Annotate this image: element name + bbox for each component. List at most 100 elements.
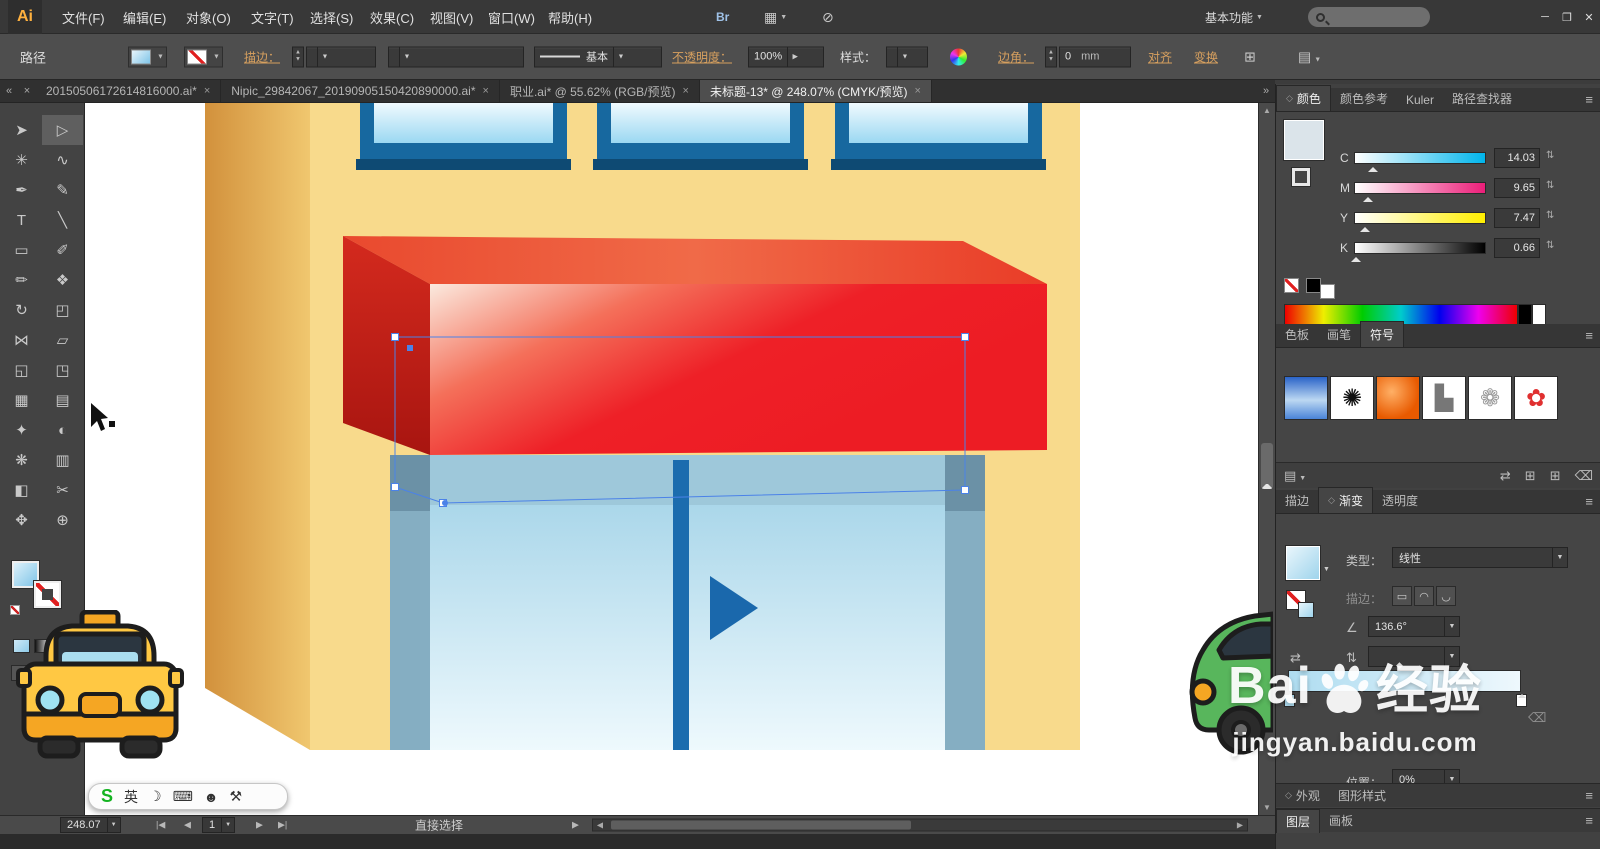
window-2[interactable] bbox=[593, 103, 808, 170]
gradient-midpoint-icon[interactable]: ◆ bbox=[1396, 660, 1403, 671]
tool-width[interactable]: ⋈ bbox=[1, 325, 42, 355]
none-color-swatch[interactable] bbox=[1284, 278, 1299, 293]
menu-edit[interactable]: 编辑(E) bbox=[113, 0, 176, 34]
panel-menu-icon[interactable]: ≡ bbox=[1585, 328, 1593, 343]
tool-type[interactable]: T bbox=[1, 205, 42, 235]
tab-transparency[interactable]: 透明度 bbox=[1373, 488, 1427, 513]
window-3[interactable] bbox=[831, 103, 1046, 170]
scroll-left-icon[interactable]: ◀ bbox=[593, 821, 607, 830]
tool-artboard[interactable]: ◧ bbox=[1, 475, 42, 505]
magenta-slider[interactable] bbox=[1354, 182, 1486, 202]
tool-paintbrush[interactable]: ✐ bbox=[42, 235, 83, 265]
workspace-switcher[interactable]: 基本功能 ▼ bbox=[1205, 0, 1263, 34]
tab-scroll-left-button[interactable]: « bbox=[0, 80, 18, 102]
gradient-ramp[interactable] bbox=[1288, 670, 1521, 692]
delete-stop-icon[interactable]: ⌫ bbox=[1528, 710, 1546, 726]
gradient-stop-right[interactable] bbox=[1516, 694, 1527, 707]
stroke-profile-select[interactable]: ▼ bbox=[388, 46, 524, 67]
tab-kuler[interactable]: Kuler bbox=[1397, 89, 1443, 111]
corner-radius-field[interactable]: 0 mm bbox=[1059, 46, 1131, 67]
stroke-weight-field[interactable]: ▼ bbox=[306, 46, 376, 67]
tool-mesh[interactable]: ▦ bbox=[1, 385, 42, 415]
control-panel-menu-icon[interactable]: ▤ ▼ bbox=[1298, 48, 1321, 65]
horizontal-scrollbar[interactable]: ◀ ▶ bbox=[592, 818, 1248, 832]
black-slider-thumb[interactable] bbox=[1350, 252, 1361, 262]
tab-artboards[interactable]: 画板 bbox=[1320, 809, 1362, 832]
tab-stroke[interactable]: 描边 bbox=[1276, 488, 1318, 513]
gradient-preview-swatch[interactable] bbox=[1285, 545, 1321, 581]
tool-direct-selection[interactable]: ▷ bbox=[42, 115, 83, 145]
yellow-slider-thumb[interactable] bbox=[1359, 222, 1370, 232]
align-panel-link[interactable]: 对齐 bbox=[1148, 48, 1172, 65]
panel-menu-icon[interactable]: ≡ bbox=[1585, 813, 1593, 828]
stroke-weight-stepper[interactable]: ▲ ▼ bbox=[292, 46, 304, 67]
tab-color-guide[interactable]: 颜色参考 bbox=[1331, 86, 1397, 111]
tool-shaper[interactable]: ❖ bbox=[42, 265, 83, 295]
symbol-ink-splat[interactable]: ✺ bbox=[1330, 376, 1374, 420]
stroke-gradient-across-button[interactable]: ◡ bbox=[1436, 586, 1456, 606]
black-slider[interactable] bbox=[1350, 242, 1486, 262]
panel-menu-icon[interactable]: ≡ bbox=[1585, 92, 1593, 107]
tool-line-segment[interactable]: ╲ bbox=[42, 205, 83, 235]
selection-handle[interactable] bbox=[961, 486, 969, 494]
tool-free-transform[interactable]: ▱ bbox=[42, 325, 83, 355]
awning[interactable] bbox=[343, 236, 1047, 455]
scroll-down-icon[interactable]: ▼ bbox=[1259, 800, 1275, 815]
ime-moon-icon[interactable]: ☽ bbox=[149, 788, 162, 805]
sogou-logo[interactable]: S bbox=[101, 786, 113, 807]
close-button[interactable]: ✕ bbox=[1578, 0, 1600, 34]
ime-toolbox-icon[interactable]: ⚒ bbox=[230, 788, 243, 805]
ime-keyboard-icon[interactable]: ⌨ bbox=[173, 788, 193, 805]
black-value-field[interactable]: 0.66 bbox=[1494, 238, 1540, 258]
next-artboard-button[interactable]: ▶ bbox=[252, 820, 267, 831]
break-link-icon[interactable]: ⊞ bbox=[1525, 468, 1536, 484]
menu-file[interactable]: 文件(F) bbox=[52, 0, 115, 34]
stroke-panel-link[interactable]: 描边： bbox=[244, 48, 280, 65]
search-input[interactable] bbox=[1331, 11, 1422, 23]
symbol-orange-sphere[interactable] bbox=[1376, 376, 1420, 420]
status-popup-icon[interactable]: ▶ bbox=[568, 820, 583, 831]
menu-help[interactable]: 帮助(H) bbox=[538, 0, 602, 34]
search-box[interactable] bbox=[1308, 7, 1430, 27]
arrange-documents-icon[interactable]: ▦ ▼ bbox=[758, 0, 793, 34]
tool-selection[interactable]: ➤ bbox=[1, 115, 42, 145]
magenta-value-field[interactable]: 9.65 bbox=[1494, 178, 1540, 198]
tool-gradient[interactable]: ▤ bbox=[42, 385, 83, 415]
panel-menu-icon[interactable]: ≡ bbox=[1585, 494, 1593, 509]
tool-hand[interactable]: ✥ bbox=[1, 505, 42, 535]
ime-profile-icon[interactable]: ☻ bbox=[204, 789, 219, 805]
yellow-slider[interactable] bbox=[1354, 212, 1486, 232]
menu-type[interactable]: 文字(T) bbox=[241, 0, 304, 34]
yellow-value-field[interactable]: 7.47 bbox=[1494, 208, 1540, 228]
stroke-gradient-within-button[interactable]: ▭ bbox=[1392, 586, 1412, 606]
tool-perspective-grid[interactable]: ◳ bbox=[42, 355, 83, 385]
bridge-button[interactable]: Br bbox=[710, 0, 735, 34]
tab-graphic-styles[interactable]: 图形样式 bbox=[1329, 784, 1395, 807]
magenta-slider-thumb[interactable] bbox=[1362, 192, 1373, 202]
tool-rotate[interactable]: ↻ bbox=[1, 295, 42, 325]
gradient-type-select[interactable]: 线性 ▼ bbox=[1392, 547, 1568, 568]
tool-shape-builder[interactable]: ◱ bbox=[1, 355, 42, 385]
selected-anchor-point[interactable] bbox=[407, 345, 413, 351]
reverse-gradient-icon[interactable]: ⇄ bbox=[1290, 650, 1301, 666]
restore-button[interactable]: ❐ bbox=[1556, 0, 1578, 34]
tool-symbol-sprayer[interactable]: ❋ bbox=[1, 445, 42, 475]
tool-pen[interactable]: ✒ bbox=[1, 175, 42, 205]
gradient-angle-field[interactable]: 136.6° ▼ bbox=[1368, 616, 1460, 637]
gpu-performance-icon[interactable]: ⊘ bbox=[816, 0, 840, 34]
tab-appearance[interactable]: ◇ 外观 bbox=[1276, 784, 1329, 807]
tool-eyedropper[interactable]: ✦ bbox=[1, 415, 42, 445]
transform-panel-link[interactable]: 变换 bbox=[1194, 48, 1218, 65]
cyan-spinner[interactable]: ⇅ bbox=[1546, 150, 1554, 161]
artboard-canvas[interactable] bbox=[85, 103, 1258, 815]
menu-window[interactable]: 窗口(W) bbox=[478, 0, 545, 34]
close-icon[interactable]: × bbox=[683, 85, 689, 97]
tab-color[interactable]: ◇ 颜色 bbox=[1276, 85, 1331, 111]
tab-gradient[interactable]: ◇ 渐变 bbox=[1318, 487, 1373, 513]
horizontal-scroll-thumb[interactable] bbox=[611, 820, 911, 830]
document-tab-2[interactable]: Nipic_29842067_20190905150420890000.ai* × bbox=[221, 80, 500, 102]
tab-layers[interactable]: 图层 bbox=[1276, 808, 1321, 833]
ime-language-toggle[interactable]: 英 bbox=[124, 787, 138, 807]
door-assembly[interactable] bbox=[390, 455, 985, 750]
selected-anchor-point[interactable] bbox=[442, 500, 448, 506]
